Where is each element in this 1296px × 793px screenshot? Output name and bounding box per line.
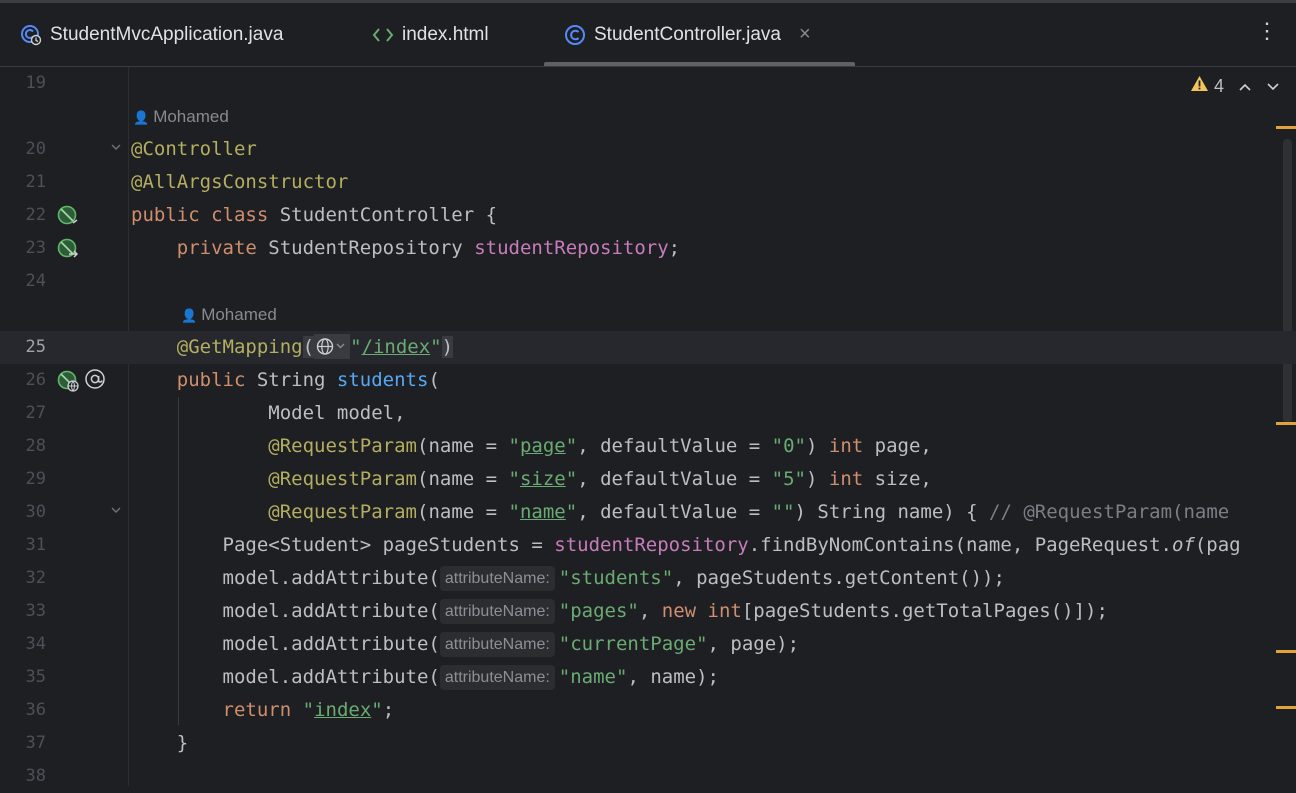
code-text: model.addAttribute(attributeName: "name",… bbox=[222, 665, 719, 690]
code-editor[interactable]: 4 19 👤 Mohamed 20 @Controller 21 @AllArgs… bbox=[0, 67, 1296, 786]
parameter-hint: attributeName: bbox=[439, 566, 555, 591]
code-line: 31 Page<Student> pageStudents = studentR… bbox=[0, 529, 1296, 562]
line-number: 38 bbox=[25, 766, 46, 786]
code-text: return "index"; bbox=[222, 699, 395, 721]
parameter-hint: attributeName: bbox=[439, 665, 555, 690]
fold-chevron-icon[interactable] bbox=[110, 141, 122, 157]
code-text: public class StudentController { bbox=[131, 204, 498, 226]
code-line: 23 private StudentRepository studentRepo… bbox=[0, 232, 1296, 265]
code-line: 21 @AllArgsConstructor bbox=[0, 166, 1296, 199]
code-line: 22 public class StudentController { bbox=[0, 199, 1296, 232]
line-number: 20 bbox=[25, 139, 46, 159]
author-name: Mohamed bbox=[201, 305, 277, 324]
line-number: 29 bbox=[25, 469, 46, 489]
person-icon: 👤 bbox=[181, 308, 198, 323]
person-icon: 👤 bbox=[133, 110, 150, 125]
globe-icon[interactable] bbox=[314, 334, 351, 359]
code-text: } bbox=[176, 732, 189, 754]
code-line: 37 } bbox=[0, 727, 1296, 760]
line-number: 24 bbox=[25, 271, 46, 291]
code-line: 24 bbox=[0, 265, 1296, 298]
editor-tab-bar: StudentMvcApplication.java index.html St… bbox=[0, 3, 1296, 67]
code-line-current: 25 @GetMapping("/index") bbox=[0, 331, 1296, 364]
line-number: 30 bbox=[25, 502, 46, 522]
code-line: 29 @RequestParam(name = "size", defaultV… bbox=[0, 463, 1296, 496]
line-number: 32 bbox=[25, 568, 46, 588]
line-number: 21 bbox=[25, 172, 46, 192]
code-line: 38 bbox=[0, 760, 1296, 793]
code-author-inlay[interactable]: 👤 Mohamed bbox=[181, 298, 277, 332]
warning-stripe-marker[interactable] bbox=[1276, 126, 1296, 129]
code-text: model.addAttribute(attributeName: "studen… bbox=[222, 566, 1005, 591]
close-icon[interactable]: × bbox=[799, 23, 811, 46]
code-text: Page<Student> pageStudents = studentRepo… bbox=[222, 534, 1241, 556]
code-text: Model model, bbox=[268, 402, 406, 424]
request-mapping-icon[interactable] bbox=[56, 369, 80, 397]
code-text: private StudentRepository studentReposit… bbox=[176, 237, 681, 259]
line-number: 34 bbox=[25, 634, 46, 654]
at-sign-icon[interactable] bbox=[84, 368, 106, 394]
line-number: 26 bbox=[25, 370, 46, 390]
tab-label: index.html bbox=[402, 23, 489, 45]
code-line: 30 @RequestParam(name = "name", defaultV… bbox=[0, 496, 1296, 529]
autowired-bean-icon[interactable] bbox=[56, 237, 80, 265]
line-number: 23 bbox=[25, 238, 46, 258]
parameter-hint: attributeName: bbox=[439, 599, 555, 624]
class-icon bbox=[564, 24, 586, 46]
code-line: 32 model.addAttribute(attributeName: "stu… bbox=[0, 562, 1296, 595]
code-author-inlay[interactable]: 👤 Mohamed bbox=[133, 100, 229, 134]
code-text: public String students( bbox=[176, 369, 440, 391]
code-text: @RequestParam(name = "page", defaultValu… bbox=[268, 435, 932, 457]
code-line: 20 @Controller bbox=[0, 133, 1296, 166]
line-number: 28 bbox=[25, 436, 46, 456]
spring-bean-icon[interactable] bbox=[56, 204, 80, 232]
line-number: 33 bbox=[25, 601, 46, 621]
code-text: model.addAttribute(attributeName: "curren… bbox=[222, 632, 800, 657]
html-file-icon bbox=[372, 27, 394, 43]
code-line: 27 Model model, bbox=[0, 397, 1296, 430]
line-number: 27 bbox=[25, 403, 46, 423]
code-text: @AllArgsConstructor bbox=[131, 171, 349, 193]
tab-label: StudentMvcApplication.java bbox=[50, 23, 284, 45]
line-number: 22 bbox=[25, 205, 46, 225]
code-line: 19 bbox=[0, 67, 1296, 100]
code-line: 33 model.addAttribute(attributeName: "pag… bbox=[0, 595, 1296, 628]
more-menu-icon[interactable]: ⋮ bbox=[1256, 21, 1278, 43]
code-text: @GetMapping("/index") bbox=[176, 334, 454, 359]
line-number: 35 bbox=[25, 667, 46, 687]
parameter-hint: attributeName: bbox=[439, 632, 555, 657]
line-number: 37 bbox=[25, 733, 46, 753]
line-number: 25 bbox=[25, 337, 46, 357]
tab-student-mvc-application[interactable]: StudentMvcApplication.java bbox=[20, 3, 283, 66]
fold-chevron-icon[interactable] bbox=[110, 504, 122, 520]
code-line: 36 return "index"; bbox=[0, 694, 1296, 727]
author-name: Mohamed bbox=[153, 107, 229, 126]
tab-index-html[interactable]: index.html bbox=[372, 3, 489, 66]
line-number: 36 bbox=[25, 700, 46, 720]
line-number: 19 bbox=[25, 73, 46, 93]
code-line: 35 model.addAttribute(attributeName: "nam… bbox=[0, 661, 1296, 694]
code-text: @RequestParam(name = "name", defaultValu… bbox=[268, 501, 1230, 523]
tab-label: StudentController.java bbox=[594, 23, 781, 45]
code-text: model.addAttribute(attributeName: "pages"… bbox=[222, 599, 1108, 624]
code-text: @Controller bbox=[131, 138, 257, 160]
code-line: 28 @RequestParam(name = "page", defaultV… bbox=[0, 430, 1296, 463]
code-line: 26 public String students( bbox=[0, 364, 1296, 397]
spring-class-icon bbox=[20, 24, 42, 46]
code-text: @RequestParam(name = "size", defaultValu… bbox=[268, 468, 932, 490]
line-number: 31 bbox=[25, 535, 46, 555]
tab-student-controller[interactable]: StudentController.java × bbox=[544, 3, 855, 66]
code-line: 34 model.addAttribute(attributeName: "cur… bbox=[0, 628, 1296, 661]
